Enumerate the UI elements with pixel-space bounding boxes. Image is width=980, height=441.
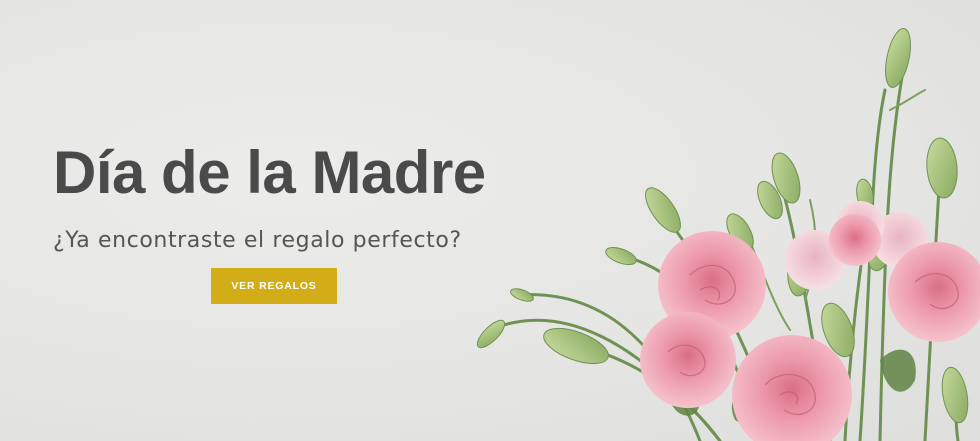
flower-bouquet-image <box>476 28 980 441</box>
view-gifts-button[interactable]: VER REGALOS <box>211 268 337 304</box>
hero-subtitle: ¿Ya encontraste el regalo perfecto? <box>53 228 462 253</box>
page-title: Día de la Madre <box>53 139 486 206</box>
hero-banner: Día de la Madre ¿Ya encontraste el regal… <box>0 0 980 441</box>
